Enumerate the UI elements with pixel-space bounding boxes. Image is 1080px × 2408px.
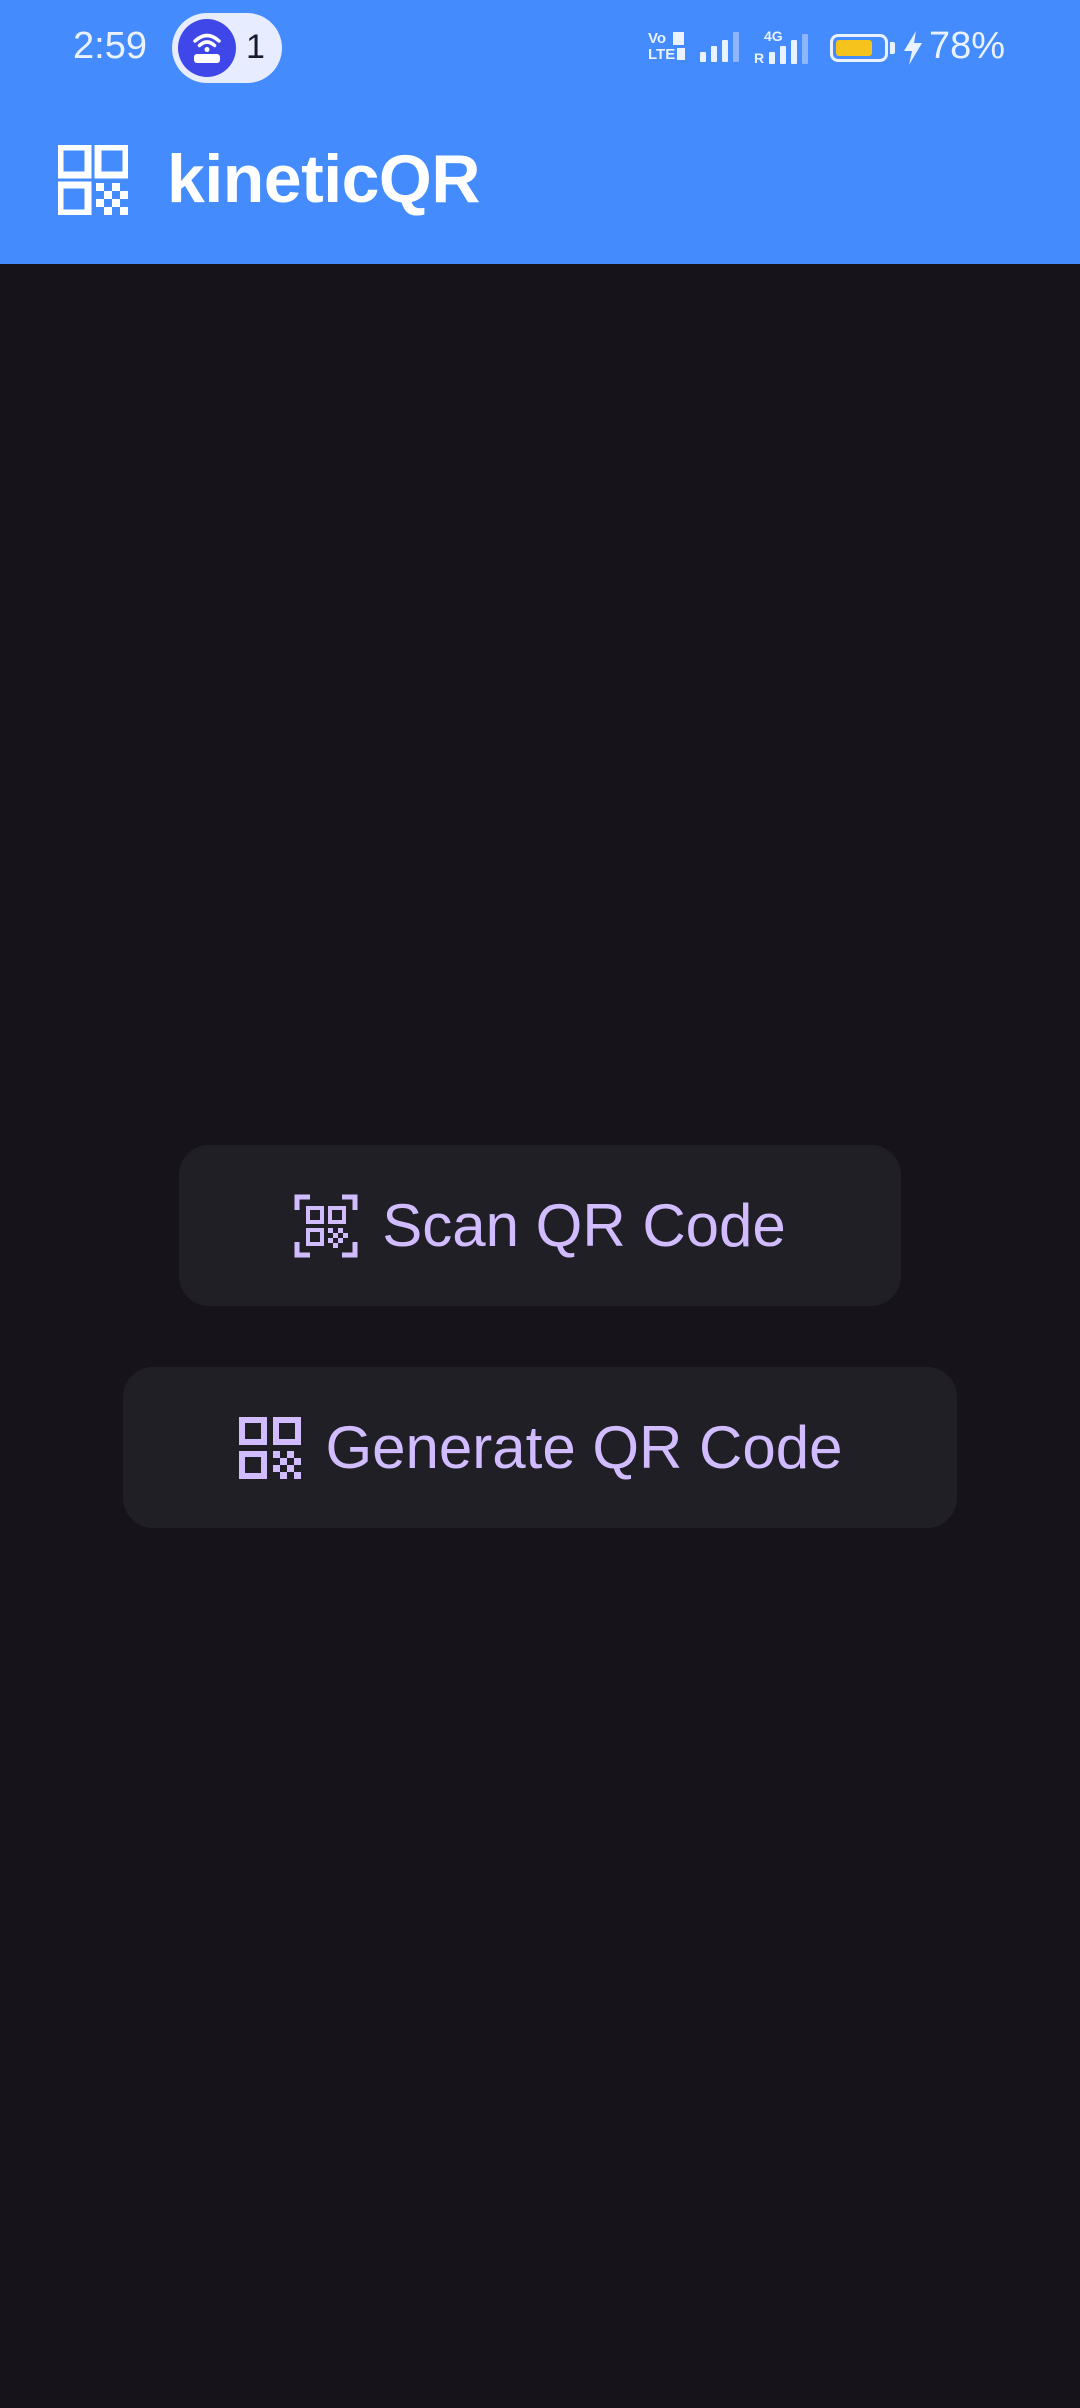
svg-text:R: R <box>754 50 764 66</box>
signal-bars-icon <box>700 32 739 62</box>
svg-text:Vo: Vo <box>648 30 666 47</box>
wifi-hotspot-icon <box>178 19 236 77</box>
charging-bolt-icon <box>904 31 922 65</box>
battery-tip <box>890 42 895 54</box>
qr-scan-icon <box>294 1194 358 1257</box>
battery-fill <box>836 40 872 56</box>
generate-qr-button-label: Generate QR Code <box>325 1414 843 1481</box>
qr-code-icon <box>238 1416 301 1479</box>
generate-qr-button[interactable]: Generate QR Code <box>123 1367 957 1528</box>
status-bar: 2:59 1 Vo LTE 4G R 78% <box>0 0 1080 98</box>
battery-percentage: 78% <box>929 25 1006 67</box>
volte-icon: Vo LTE <box>648 30 686 66</box>
hotspot-count: 1 <box>246 28 265 66</box>
signal-4g-icon: 4G R <box>754 28 808 66</box>
app-title: kineticQR <box>167 141 480 217</box>
scan-qr-button[interactable]: Scan QR Code <box>179 1145 901 1306</box>
status-time: 2:59 <box>73 25 147 67</box>
hotspot-indicator[interactable]: 1 <box>172 13 282 83</box>
svg-text:4G: 4G <box>764 28 783 44</box>
battery-icon <box>830 34 888 62</box>
scan-qr-button-label: Scan QR Code <box>382 1192 786 1259</box>
qr-code-icon <box>58 145 128 215</box>
svg-text:LTE: LTE <box>648 46 675 62</box>
